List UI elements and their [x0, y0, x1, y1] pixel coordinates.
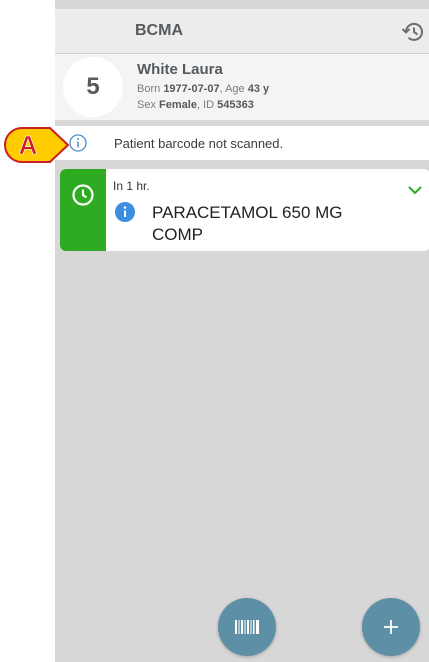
app-bar: BCMA	[55, 9, 429, 54]
chevron-down-icon[interactable]	[406, 181, 424, 199]
annotation-callout-a: A	[4, 127, 70, 163]
id-label: , ID	[196, 99, 215, 111]
age-label: , Age	[219, 83, 245, 95]
history-icon[interactable]	[399, 18, 427, 46]
patient-id-line: Sex Female, ID 545363	[137, 99, 254, 111]
clock-icon	[72, 184, 94, 206]
birth-date: 1977-07-07	[163, 83, 220, 95]
add-button[interactable]	[362, 598, 420, 656]
patient-id: 545363	[217, 99, 254, 111]
patient-header[interactable]: 5 White Laura Born 1977-07-07, Age 43 y …	[55, 54, 429, 121]
bed-number-badge: 5	[63, 57, 123, 117]
plus-icon	[384, 620, 398, 634]
app-title: BCMA	[135, 22, 183, 39]
administration-card[interactable]: In 1 hr. PARACETAMOL 650 MG COMP	[60, 169, 429, 251]
info-outline-icon	[69, 134, 87, 152]
bcma-screen: BCMA 5 White Laura Born 1977-07-07, Age …	[55, 0, 429, 662]
barcode-notice: Patient barcode not scanned.	[55, 126, 429, 160]
card-status-bar	[60, 169, 106, 251]
sex-label: Sex	[137, 99, 156, 111]
drug-name: PARACETAMOL 650 MG COMP	[152, 203, 343, 244]
notice-text: Patient barcode not scanned.	[114, 136, 284, 151]
patient-birth-line: Born 1977-07-07, Age 43 y	[137, 83, 269, 95]
patient-age: 43 y	[247, 83, 270, 95]
scan-barcode-button[interactable]	[218, 598, 276, 656]
barcode-icon	[235, 620, 259, 634]
patient-sex: Female	[159, 99, 197, 111]
born-label: Born	[137, 83, 161, 95]
scheduled-time: In 1 hr.	[113, 179, 150, 193]
patient-name: White Laura	[137, 61, 223, 78]
annotation-label: A	[19, 130, 38, 160]
info-icon[interactable]	[115, 202, 135, 222]
